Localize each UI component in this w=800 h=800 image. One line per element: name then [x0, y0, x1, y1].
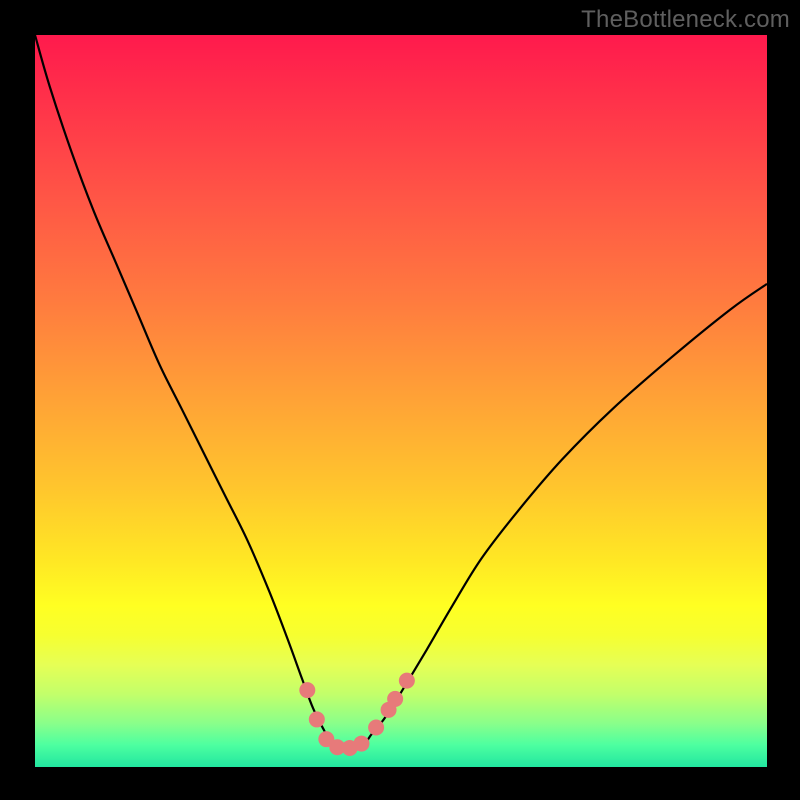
- watermark-text: TheBottleneck.com: [581, 6, 790, 34]
- bottleneck-curve: [35, 35, 767, 747]
- curve-layer: [35, 35, 767, 767]
- marker-dot: [399, 673, 415, 689]
- chart-frame: TheBottleneck.com: [0, 0, 800, 800]
- marker-dot: [368, 719, 384, 735]
- marker-dot: [299, 682, 315, 698]
- marker-dot: [387, 691, 403, 707]
- marker-dot: [353, 736, 369, 752]
- curve-markers: [299, 673, 415, 756]
- marker-dot: [309, 711, 325, 727]
- plot-area: [35, 35, 767, 767]
